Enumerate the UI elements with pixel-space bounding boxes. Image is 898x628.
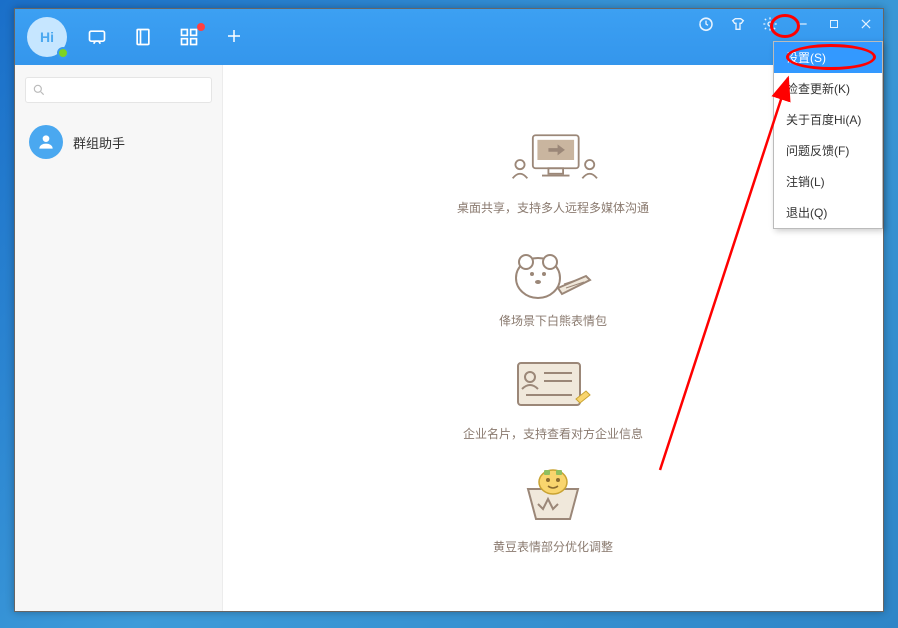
bear-illustration-icon <box>498 238 608 308</box>
status-online-icon <box>57 47 69 59</box>
minimize-button[interactable] <box>793 15 811 33</box>
sidebar: 群组助手 <box>15 65 223 611</box>
sidebar-item-group-assistant[interactable]: 群组助手 <box>15 115 222 169</box>
titlebar: Hi <box>15 9 883 65</box>
avatar-text: Hi <box>40 29 54 45</box>
nav-icons <box>87 27 245 47</box>
search-input[interactable] <box>25 77 212 103</box>
menu-exit[interactable]: 退出(Q) <box>774 197 882 228</box>
emoji-illustration-icon <box>498 464 608 534</box>
apps-icon[interactable] <box>179 27 199 47</box>
feature-caption: 桌面共享，支持多人远程多媒体沟通 <box>457 199 649 216</box>
skin-icon[interactable] <box>729 15 747 33</box>
body-area: 群组助手 桌面共享， <box>15 65 883 611</box>
feature-screen-share: 桌面共享，支持多人远程多媒体沟通 <box>457 125 649 216</box>
menu-settings-label: 设置(S) <box>786 51 826 65</box>
sidebar-item-label: 群组助手 <box>73 133 125 152</box>
feature-caption: 黄豆表情部分优化调整 <box>493 538 613 555</box>
contacts-icon[interactable] <box>133 27 153 47</box>
menu-feedback[interactable]: 问题反馈(F) <box>774 135 882 166</box>
gear-icon[interactable] <box>761 15 779 33</box>
menu-feedback-label: 问题反馈(F) <box>786 144 849 158</box>
settings-dropdown: 设置(S) 检查更新(K) 关于百度Hi(A) 问题反馈(F) 注销(L) 退出… <box>773 41 883 229</box>
screen-share-illustration-icon <box>498 125 608 195</box>
menu-about[interactable]: 关于百度Hi(A) <box>774 104 882 135</box>
feature-emoji-update: 黄豆表情部分优化调整 <box>493 464 613 555</box>
history-icon[interactable] <box>697 15 715 33</box>
feature-caption: 佭场景下白熊表情包 <box>499 312 607 329</box>
feature-caption: 企业名片，支持查看对方企业信息 <box>463 425 643 442</box>
app-window: Hi <box>14 8 884 612</box>
window-controls <box>697 9 875 39</box>
user-avatar[interactable]: Hi <box>27 17 67 57</box>
group-avatar-icon <box>29 125 63 159</box>
menu-logout[interactable]: 注销(L) <box>774 166 882 197</box>
feature-business-card: 企业名片，支持查看对方企业信息 <box>463 351 643 442</box>
feature-bear-sticker: 佭场景下白熊表情包 <box>498 238 608 329</box>
maximize-button[interactable] <box>825 15 843 33</box>
menu-check-update-label: 检查更新(K) <box>786 82 850 96</box>
menu-check-update[interactable]: 检查更新(K) <box>774 73 882 104</box>
menu-exit-label: 退出(Q) <box>786 206 827 220</box>
notification-badge-icon <box>197 23 205 31</box>
menu-about-label: 关于百度Hi(A) <box>786 113 861 127</box>
chat-icon[interactable] <box>87 27 107 47</box>
menu-logout-label: 注销(L) <box>786 175 825 189</box>
close-button[interactable] <box>857 15 875 33</box>
menu-settings[interactable]: 设置(S) <box>774 42 882 73</box>
business-card-illustration-icon <box>498 351 608 421</box>
search-icon <box>32 83 46 97</box>
add-icon[interactable] <box>225 27 245 47</box>
